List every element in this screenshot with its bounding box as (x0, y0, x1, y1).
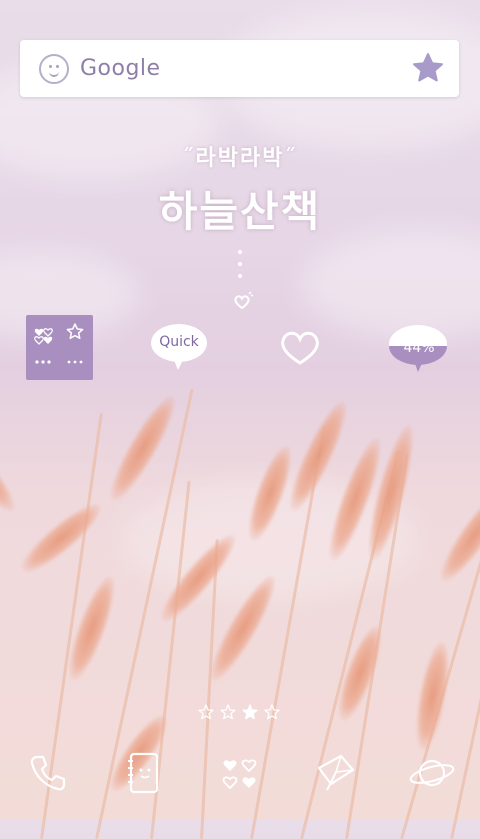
search-label: Google (80, 56, 161, 81)
heart-button[interactable] (278, 328, 322, 366)
theme-subtitle: ˝라박라박˝ (182, 146, 298, 171)
battery-percentage: 44% (403, 340, 435, 356)
contacts-icon[interactable] (119, 748, 169, 798)
theme-title: 하늘산책 (158, 187, 322, 236)
apps-icon[interactable] (215, 748, 265, 798)
theme-widget-button[interactable] (26, 315, 93, 380)
heart-doodle-icon (234, 291, 253, 310)
phone-icon[interactable] (23, 748, 73, 798)
page-dot-star-icon (198, 704, 214, 720)
smiley-icon (39, 53, 69, 84)
star-icon[interactable] (411, 51, 445, 85)
hearts-stars-icon (34, 323, 84, 364)
page-dot-star-icon (220, 704, 236, 720)
page-dot-star-icon (264, 704, 280, 720)
quick-settings-button[interactable]: Quick (150, 322, 210, 372)
heart-icon (281, 331, 319, 365)
page-indicator (197, 703, 281, 721)
battery-widget[interactable]: 44% (388, 322, 450, 374)
wallpaper (0, 0, 480, 839)
page-dot-star-active-icon (242, 704, 258, 720)
search-bar[interactable]: Google (20, 40, 459, 97)
browser-icon[interactable] (311, 748, 361, 798)
dots-decoration (238, 250, 242, 286)
dock (0, 738, 480, 808)
quick-label: Quick (159, 334, 199, 350)
planet-icon[interactable] (407, 748, 457, 798)
